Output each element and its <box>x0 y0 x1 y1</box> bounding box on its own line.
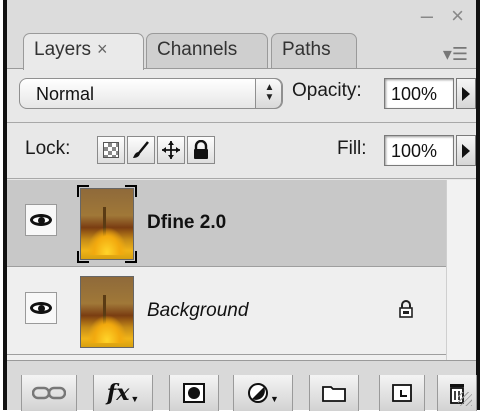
new-group-icon <box>322 386 346 402</box>
fill-field[interactable]: 100% <box>384 135 454 166</box>
visibility-toggle[interactable] <box>25 292 57 324</box>
visibility-toggle[interactable] <box>25 204 57 236</box>
link-layers-button[interactable] <box>21 375 77 411</box>
move-arrows-icon <box>162 141 180 159</box>
new-layer-icon <box>392 384 412 402</box>
layer-row-dfine[interactable]: Dfine 2.0 <box>7 180 446 267</box>
layers-panel: – × Layers × Channels Paths ▾☰ Normal ▲▼ … <box>3 0 480 411</box>
link-layers-icon <box>32 386 66 400</box>
eye-icon <box>30 302 52 314</box>
opacity-label: Opacity: <box>292 80 362 101</box>
blend-mode-stepper-icon[interactable]: ▲▼ <box>255 78 282 109</box>
adjustment-layer-icon <box>248 383 269 403</box>
window-controls: – × <box>421 3 470 29</box>
add-layer-mask-button[interactable] <box>169 375 219 411</box>
thumbnail-detail <box>87 315 127 343</box>
tab-channels[interactable]: Channels <box>146 33 268 69</box>
layer-thumbnail[interactable] <box>77 185 137 263</box>
lock-transparent-pixels-button[interactable] <box>97 136 125 164</box>
lock-position-button[interactable] <box>157 136 185 164</box>
fill-slider-button[interactable] <box>456 135 476 166</box>
dropdown-arrow-icon: ▼ <box>270 394 279 404</box>
layer-thumbnail[interactable] <box>80 276 134 348</box>
resize-grip[interactable] <box>458 392 472 406</box>
tab-paths-label: Paths <box>282 39 331 60</box>
bottom-toolbar: fx ▼ ▼ <box>7 360 477 411</box>
selection-corner <box>77 185 89 197</box>
tab-layers-label: Layers <box>34 39 92 60</box>
layer-mask-icon <box>183 383 205 403</box>
opacity-field[interactable]: 100% <box>384 78 454 109</box>
tab-paths[interactable]: Paths <box>271 33 357 69</box>
close-icon[interactable]: × <box>451 3 470 28</box>
selection-corner <box>125 185 137 197</box>
layer-lock-icon <box>399 300 413 318</box>
brush-icon <box>133 141 149 158</box>
divider <box>7 122 476 123</box>
fx-icon: fx <box>106 380 130 406</box>
lock-transparent-pixels-icon <box>103 142 119 158</box>
layer-name[interactable]: Background <box>147 300 248 322</box>
minimize-icon[interactable]: – <box>421 3 439 28</box>
tab-channels-label: Channels <box>157 39 238 60</box>
blend-mode-select[interactable]: Normal ▲▼ <box>19 78 283 109</box>
layers-scrollbar[interactable] <box>446 180 476 360</box>
padlock-icon <box>194 140 208 159</box>
thumbnail-detail <box>87 227 127 255</box>
tab-layers[interactable]: Layers × <box>23 33 144 70</box>
divider <box>7 178 476 179</box>
layer-name[interactable]: Dfine 2.0 <box>147 212 226 234</box>
panel-menu-icon[interactable]: ▾☰ <box>443 44 468 65</box>
play-arrow-icon <box>462 86 470 101</box>
opacity-slider-button[interactable] <box>456 78 476 109</box>
dropdown-arrow-icon: ▼ <box>130 394 140 404</box>
adjustment-layer-button[interactable]: ▼ <box>233 375 293 411</box>
panel-titlebar: – × Layers × Channels Paths ▾☰ <box>7 0 476 70</box>
lock-label: Lock: <box>25 138 71 159</box>
selection-corner <box>77 251 89 263</box>
layer-row-background[interactable]: Background <box>7 268 446 355</box>
blend-mode-value: Normal <box>36 84 95 104</box>
fill-label: Fill: <box>337 138 367 159</box>
eye-icon <box>30 214 52 226</box>
new-group-button[interactable] <box>309 375 359 411</box>
play-arrow-icon <box>462 143 470 158</box>
lock-all-button[interactable] <box>187 136 215 164</box>
new-layer-button[interactable] <box>379 375 425 411</box>
selection-corner <box>125 251 137 263</box>
layer-style-button[interactable]: fx ▼ <box>93 375 153 411</box>
layers-list: Dfine 2.0 Background <box>7 180 476 360</box>
lock-image-pixels-button[interactable] <box>127 136 155 164</box>
tab-close-icon[interactable]: × <box>97 39 108 59</box>
